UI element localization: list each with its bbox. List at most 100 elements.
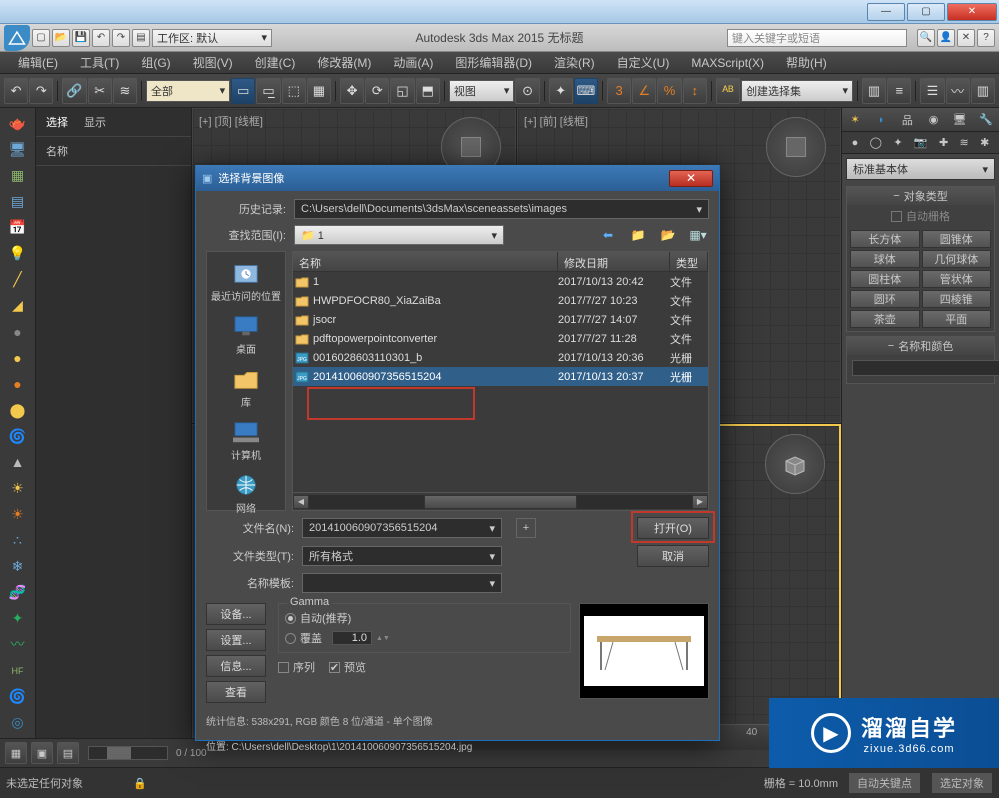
spiral2-icon[interactable]: 🌀 [6,685,30,708]
menu-animation[interactable]: 动画(A) [383,52,443,73]
unlink-button[interactable]: ✂ [88,78,112,104]
col-name[interactable]: 名称 [293,252,558,271]
spinner-snap-button[interactable]: ↕ [683,78,707,104]
gamma-value-input[interactable] [332,631,372,645]
menu-customize[interactable]: 自定义(U) [607,52,680,73]
manip-button[interactable]: ✦ [549,78,573,104]
newfolder-icon[interactable]: 📂 [657,225,679,245]
settings-yellow-icon[interactable]: ⬤ [6,399,30,422]
table-icon[interactable]: ▤ [6,190,30,213]
gamma-override-radio[interactable] [285,633,296,644]
create-几何球体[interactable]: 几何球体 [922,250,992,268]
helpers-icon[interactable]: ✚ [939,136,948,149]
lookin-combo[interactable]: 📁 1▾ [294,225,504,245]
project-icon[interactable]: ▤ [132,29,150,47]
place-library[interactable]: 库 [207,362,285,413]
menu-group[interactable]: 组(G) [131,52,180,73]
wave-icon[interactable]: 〰 [6,633,30,656]
curve-editor-button[interactable]: 〰 [946,78,970,104]
primitives-combo[interactable]: 标准基本体▾ [846,158,995,180]
menu-views[interactable]: 视图(V) [183,52,243,73]
info-button[interactable]: 信息... [206,655,266,677]
menu-render[interactable]: 渲染(R) [544,52,605,73]
scroll-left-icon[interactable]: ◀ [293,495,309,509]
place-network[interactable]: 网络 [207,468,285,519]
view-button[interactable]: 查看 [206,681,266,703]
col-date[interactable]: 修改日期 [558,252,670,271]
lights-icon[interactable]: ✦ [893,136,902,149]
preview-checkbox[interactable]: ✔ [329,662,340,673]
pivot-button[interactable]: ⊙ [515,78,539,104]
motion-tab-icon[interactable]: ◉ [924,111,944,129]
align-button[interactable]: ≡ [887,78,911,104]
layout-1-icon[interactable]: ▦ [5,742,27,764]
workspace-combo[interactable]: 工作区: 默认▾ [152,29,272,47]
dna-icon[interactable]: 🧬 [6,581,30,604]
tab-display[interactable]: 显示 [84,114,106,130]
calendar-icon[interactable]: 📅 [6,216,30,239]
up-icon[interactable]: 📁 [627,225,649,245]
file-row[interactable]: jsocr2017/7/27 14:07文件 [293,310,708,329]
menu-tools[interactable]: 工具(T) [70,52,129,73]
file-row[interactable]: JPG20141006090735651520​42017/10/13 20:3… [293,367,708,386]
monitor-icon[interactable]: 🖥 [6,138,30,161]
filetype-combo[interactable]: 所有格式▾ [302,546,502,566]
menu-graph[interactable]: 图形编辑器(D) [445,52,542,73]
snap-button[interactable]: 3 [607,78,631,104]
undo-button[interactable]: ↶ [4,78,28,104]
space-icon[interactable]: ≋ [960,136,969,149]
undo-icon[interactable]: ↶ [92,29,110,47]
app-menu-button[interactable] [4,25,30,51]
hierarchy-tab-icon[interactable]: 品 [897,111,917,129]
file-row[interactable]: 12017/10/13 20:42文件 [293,272,708,291]
view-mode-icon[interactable]: ▦▾ [687,225,709,245]
help-search-input[interactable]: 键入关键字或短语 [727,29,907,47]
layers-button[interactable]: ☰ [920,78,944,104]
create-圆锥体[interactable]: 圆锥体 [922,230,992,248]
open-button[interactable]: 打开(O) [637,517,709,539]
save-icon[interactable]: 💾 [72,29,90,47]
redo-button[interactable]: ↷ [29,78,53,104]
viewcube2-icon[interactable] [766,117,826,177]
spiral-icon[interactable]: 🌀 [6,425,30,448]
geom-icon[interactable]: ● [852,137,859,149]
scale-button[interactable]: ◱ [390,78,414,104]
star-icon[interactable]: ✦ [6,607,30,630]
mini-scrollbar[interactable] [88,746,168,760]
selected-button[interactable]: 选定对象 [931,772,993,794]
create-圆环[interactable]: 圆环 [850,290,920,308]
signin-icon[interactable]: 👤 [937,29,955,47]
layout-3-icon[interactable]: ▤ [57,742,79,764]
redo-icon[interactable]: ↷ [112,29,130,47]
menu-maxscript[interactable]: MAXScript(X) [681,54,774,72]
sun-icon[interactable]: ☀ [6,477,30,500]
place-button[interactable]: ⬒ [416,78,440,104]
win-minimize-button[interactable]: — [867,3,905,21]
utilities-tab-icon[interactable]: 🔧 [976,111,996,129]
selection-filter-combo[interactable]: 全部▾ [146,80,230,102]
add-file-button[interactable]: + [516,518,536,538]
scroll-thumb[interactable] [424,495,577,509]
window-crossing-button[interactable]: ▦ [307,78,331,104]
light-icon[interactable]: 💡 [6,242,30,265]
tab-select[interactable]: 选择 [46,114,68,130]
select-name-button[interactable]: ▭̲ [256,78,280,104]
file-hscroll[interactable]: ◀ ▶ [293,492,708,510]
ref-coord-combo[interactable]: 视图▾ [449,80,515,102]
create-平面[interactable]: 平面 [922,310,992,328]
filename-input[interactable]: 201410060907356515204▾ [302,518,502,538]
display-tab-icon[interactable]: 🖥 [950,111,970,129]
ring-icon[interactable]: ◎ [6,711,30,734]
link-button[interactable]: 🔗 [62,78,86,104]
col-type[interactable]: 类型 [670,252,708,271]
new-icon[interactable]: ▢ [32,29,50,47]
create-茶壶[interactable]: 茶壶 [850,310,920,328]
create-tab-icon[interactable]: ✶ [845,111,865,129]
grid-icon[interactable]: ▦ [6,164,30,187]
close2-icon[interactable]: ✕ [957,29,975,47]
orange-ball-icon[interactable]: ● [6,372,30,395]
viewcube3-icon[interactable] [765,434,825,494]
keyboard-shortcut-icon[interactable]: ⌨ [574,78,598,104]
menu-help[interactable]: 帮助(H) [776,52,837,73]
cancel-button[interactable]: 取消 [637,545,709,567]
